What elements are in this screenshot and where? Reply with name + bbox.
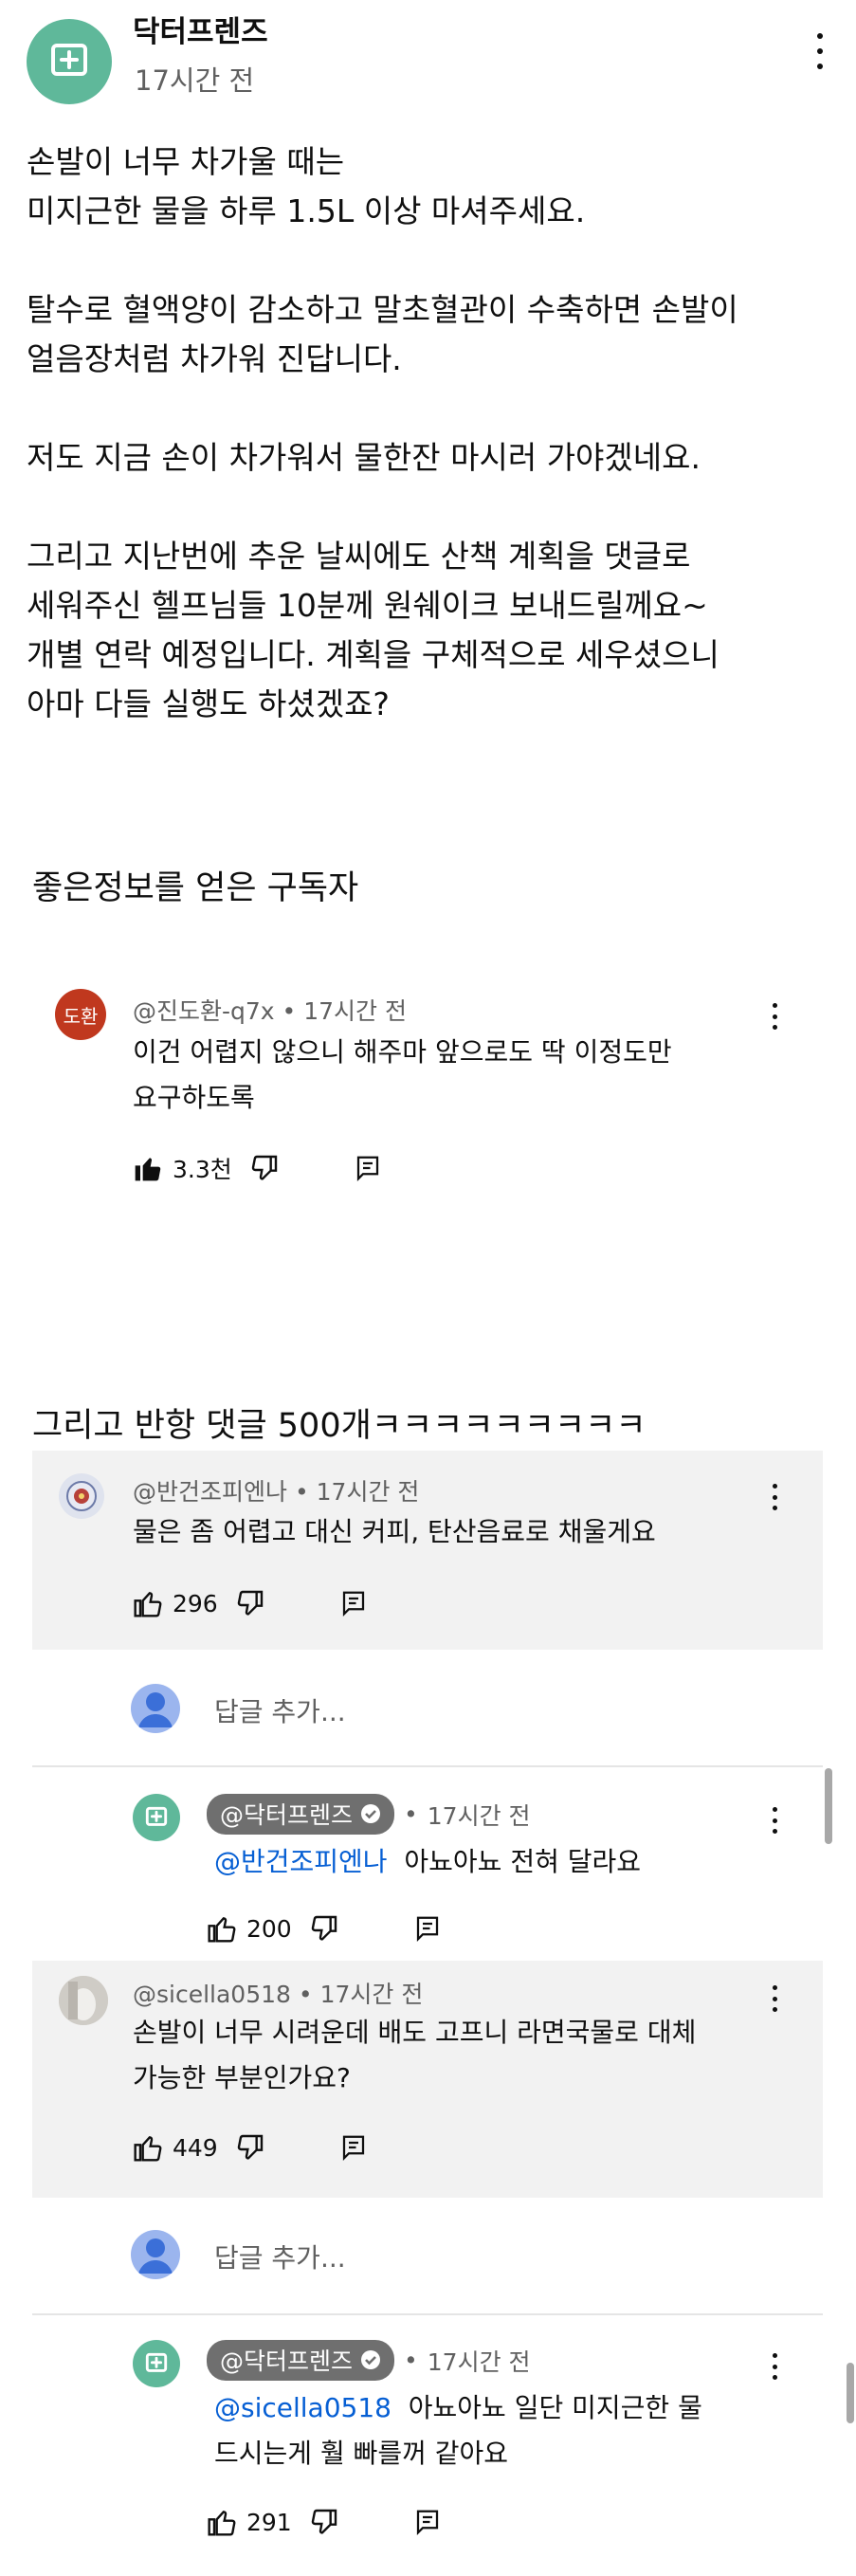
like-icon[interactable] bbox=[133, 1588, 163, 1618]
comment-text: 이건 어렵지 않으니 해주마 앞으로도 딱 이정도만 요구하도록 bbox=[133, 1036, 672, 1113]
reply-more-icon[interactable] bbox=[771, 1807, 778, 1834]
post-line: 세워주신 헬프님들 10분께 원쉐이크 보내드릴께요~ bbox=[27, 587, 708, 624]
like-icon[interactable] bbox=[133, 2132, 163, 2163]
like-count: 200 bbox=[246, 1914, 292, 1943]
like-count: 291 bbox=[246, 2508, 292, 2536]
reply-author: @닥터프렌즈 bbox=[220, 1801, 354, 1829]
reply-author-line: @닥터프렌즈 • 17시간 전 bbox=[207, 2340, 531, 2381]
comment-author-line: @반건조피엔나 • 17시간 전 bbox=[133, 1478, 420, 1506]
plus-square-icon bbox=[145, 2352, 168, 2372]
comment-more-icon[interactable] bbox=[771, 1985, 778, 2012]
add-reply-input[interactable]: 답글 추가... bbox=[214, 1691, 346, 1729]
comment-author[interactable]: @반건조피엔나 bbox=[133, 1478, 287, 1506]
reply-icon[interactable] bbox=[413, 2507, 442, 2537]
photo-avatar-icon bbox=[59, 1976, 108, 2025]
like-count: 3.3천 bbox=[173, 1156, 232, 1183]
mention-link[interactable]: @sicella0518 bbox=[214, 2392, 392, 2423]
reply-icon[interactable] bbox=[354, 1153, 382, 1183]
like-count: 449 bbox=[173, 2133, 218, 2162]
divider bbox=[32, 1765, 823, 1767]
commenter-avatar[interactable]: 도환 bbox=[55, 989, 106, 1040]
verified-check-icon bbox=[361, 2350, 381, 2369]
reply-time: 17시간 전 bbox=[427, 1801, 531, 1830]
add-reply-input[interactable]: 답글 추가... bbox=[214, 2238, 346, 2275]
reply-icon[interactable] bbox=[413, 1913, 442, 1944]
comment-author-line: @sicella0518 • 17시간 전 bbox=[133, 1981, 424, 2008]
divider bbox=[32, 2313, 823, 2315]
post-line: 탈수로 혈액양이 감소하고 말초혈관이 수축하면 손발이 bbox=[27, 291, 738, 328]
post-body: 손발이 너무 차가울 때는 미지근한 물을 하루 1.5L 이상 마셔주세요. … bbox=[27, 137, 832, 729]
scrollbar-thumb[interactable] bbox=[825, 1768, 832, 1844]
scrollbar-thumb[interactable] bbox=[847, 2363, 854, 2423]
plus-square-icon bbox=[51, 44, 87, 76]
post-line: 얼음장처럼 차가워 진답니다. bbox=[27, 340, 402, 377]
comment-text: 물은 좀 어렵고 대신 커피, 탄산음료로 채울게요 bbox=[133, 1516, 656, 1547]
user-icon bbox=[138, 1692, 173, 1727]
reply-actions: 291 bbox=[207, 2503, 442, 2541]
like-icon[interactable] bbox=[207, 1913, 237, 1944]
comment-more-icon[interactable] bbox=[771, 1003, 778, 1030]
post-line: 아마 다들 실행도 하셨겠죠? bbox=[27, 685, 390, 722]
comment-time: 17시간 전 bbox=[316, 1478, 420, 1506]
reply-text: @sicella0518 아뇨아뇨 일단 미지근한 물 드시는게 훨 빠를꺼 같… bbox=[214, 2392, 702, 2469]
dislike-icon[interactable] bbox=[309, 2507, 339, 2537]
plus-square-icon bbox=[145, 1806, 168, 1826]
comment-author-line: @진도환-q7x • 17시간 전 bbox=[133, 997, 407, 1025]
reply-icon[interactable] bbox=[339, 2132, 368, 2163]
dislike-icon[interactable] bbox=[309, 1913, 339, 1944]
like-icon[interactable] bbox=[133, 1153, 163, 1183]
avatar-initials: 도환 bbox=[63, 1004, 99, 1028]
reply-time: 17시간 전 bbox=[427, 2348, 531, 2376]
comment-text: 손발이 너무 시려운데 배도 고프니 라면국물로 대체 가능한 부분인가요? bbox=[133, 2017, 697, 2093]
post-author[interactable]: 닥터프렌즈 bbox=[133, 8, 268, 50]
reply-author-line: @닥터프렌즈 • 17시간 전 bbox=[207, 1794, 531, 1835]
comment-author[interactable]: @sicella0518 bbox=[133, 1981, 291, 2008]
channel-avatar[interactable] bbox=[27, 19, 112, 104]
comment-more-icon[interactable] bbox=[771, 1484, 778, 1510]
post-more-icon[interactable] bbox=[815, 33, 825, 69]
post-time: 17시간 전 bbox=[135, 64, 255, 97]
post-line: 저도 지금 손이 차가워서 물한잔 마시러 가야겠네요. bbox=[27, 439, 701, 476]
reply-text: @반건조피엔나 아뇨아뇨 전혀 달라요 bbox=[214, 1846, 642, 1877]
comment-actions: 296 bbox=[133, 1584, 368, 1622]
dislike-icon[interactable] bbox=[235, 2132, 265, 2163]
mention-link[interactable]: @반건조피엔나 bbox=[214, 1846, 388, 1877]
my-avatar bbox=[131, 1684, 180, 1733]
comment-actions: 3.3천 bbox=[133, 1149, 382, 1187]
post-line: 그리고 지난번에 추운 날씨에도 산책 계획을 댓글로 bbox=[27, 538, 691, 575]
caption-first: 좋은정보를 얻은 구독자 bbox=[32, 869, 359, 907]
reply-icon[interactable] bbox=[339, 1588, 368, 1618]
my-avatar bbox=[131, 2230, 180, 2279]
comment-time: 17시간 전 bbox=[319, 1981, 424, 2008]
post-line: 미지근한 물을 하루 1.5L 이상 마셔주세요. bbox=[27, 192, 586, 229]
reply-author: @닥터프렌즈 bbox=[220, 2348, 354, 2375]
creator-badge[interactable]: @닥터프렌즈 bbox=[207, 1794, 395, 1835]
caption-second: 그리고 반항 댓글 500개ㅋㅋㅋㅋㅋㅋㅋㅋㅋ bbox=[32, 1407, 647, 1445]
creator-badge[interactable]: @닥터프렌즈 bbox=[207, 2340, 395, 2381]
like-icon[interactable] bbox=[207, 2507, 237, 2537]
channel-avatar-small[interactable] bbox=[133, 1794, 180, 1841]
dislike-icon[interactable] bbox=[249, 1153, 280, 1183]
comment-time: 17시간 전 bbox=[303, 997, 407, 1025]
comment-author[interactable]: @진도환-q7x bbox=[133, 997, 275, 1025]
like-count: 296 bbox=[173, 1589, 218, 1617]
post-line: 손발이 너무 차가울 때는 bbox=[27, 143, 345, 180]
post-line: 개별 연락 예정입니다. 계획을 구체적으로 세우셨으니 bbox=[27, 636, 719, 673]
dislike-icon[interactable] bbox=[235, 1588, 265, 1618]
reply-more-icon[interactable] bbox=[771, 2353, 778, 2380]
channel-avatar-small[interactable] bbox=[133, 2340, 180, 2387]
user-icon bbox=[138, 2238, 173, 2274]
reply-actions: 200 bbox=[207, 1909, 442, 1947]
comment-actions: 449 bbox=[133, 2128, 368, 2166]
avatar-emblem-icon bbox=[66, 1481, 97, 1511]
commenter-avatar[interactable] bbox=[59, 1473, 104, 1519]
verified-check-icon bbox=[361, 1804, 381, 1823]
commenter-avatar[interactable] bbox=[59, 1976, 108, 2025]
